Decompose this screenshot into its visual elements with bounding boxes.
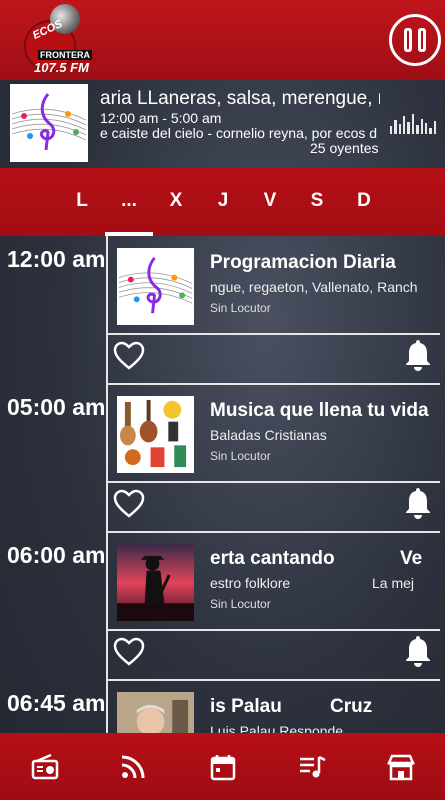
program-item[interactable]: 12:00 am Programacion Diaria ngue, regae…	[0, 236, 445, 386]
program-item[interactable]: 06:45 am is Palau Cruz Luis Palau Respond…	[0, 680, 445, 733]
tab-wednesday[interactable]: X	[156, 190, 196, 212]
rss-icon[interactable]	[119, 753, 147, 781]
program-host: Sin Locutor	[210, 597, 271, 611]
program-title: Programacion Diaria	[210, 252, 396, 273]
station-logo: ECOS FRONTERA 107.5 FM	[22, 0, 100, 76]
store-icon[interactable]	[387, 753, 415, 781]
top-bar: ECOS FRONTERA 107.5 FM	[0, 0, 445, 80]
program-subtitle: estro folklore La mej	[210, 575, 415, 591]
program-thumbnail	[117, 692, 194, 733]
tab-tuesday[interactable]: ...	[109, 190, 149, 212]
program-title: erta cantando Ve	[210, 548, 423, 569]
program-thumbnail	[117, 544, 194, 621]
program-item[interactable]: 05:00 am Musica que llena tu vida Balada…	[0, 384, 445, 534]
program-time: 06:45 am	[7, 690, 106, 716]
bell-icon[interactable]	[404, 634, 432, 668]
heart-icon[interactable]	[113, 637, 145, 667]
now-playing-panel[interactable]: aria LLaneras, salsa, merengue, re 12:00…	[0, 80, 445, 168]
program-host: Sin Locutor	[210, 301, 271, 315]
tab-saturday[interactable]: S	[297, 190, 337, 212]
program-host: Sin Locutor	[210, 449, 271, 463]
playlist-icon[interactable]	[298, 753, 326, 781]
bottom-navigation	[0, 733, 445, 800]
pause-icon	[404, 28, 412, 52]
program-thumbnail	[117, 248, 194, 325]
program-subtitle: Luis Palau Responde	[210, 723, 344, 733]
tab-sunday[interactable]: D	[344, 190, 384, 212]
bell-icon[interactable]	[404, 338, 432, 372]
tab-monday[interactable]: L	[62, 190, 102, 212]
radio-icon[interactable]	[31, 753, 59, 781]
tab-friday[interactable]: V	[250, 190, 290, 212]
program-title: Musica que llena tu vida	[210, 400, 429, 421]
program-time: 05:00 am	[7, 394, 106, 420]
program-time: 06:00 am	[7, 542, 106, 568]
bell-icon[interactable]	[404, 486, 432, 520]
now-playing-song: e caiste del cielo - cornelio reyna, por…	[100, 125, 378, 141]
program-item[interactable]: 06:00 am erta cantando Ve estro folklore L…	[0, 532, 445, 682]
day-tabs: L ... X J V S D	[0, 168, 445, 236]
program-thumbnail	[117, 396, 194, 473]
pause-button[interactable]	[389, 14, 441, 66]
program-subtitle: Baladas Cristianas	[210, 427, 327, 443]
heart-icon[interactable]	[113, 341, 145, 371]
listeners-count: 25 oyentes	[310, 140, 379, 156]
equalizer-icon	[390, 112, 436, 134]
program-thumbnail	[10, 84, 88, 162]
tab-thursday[interactable]: J	[203, 190, 243, 212]
now-playing-time: 12:00 am - 5:00 am	[100, 110, 222, 126]
program-subtitle: ngue, regaeton, Vallenato, Ranch	[210, 279, 418, 295]
heart-icon[interactable]	[113, 489, 145, 519]
now-playing-title: aria LLaneras, salsa, merengue, re	[100, 88, 380, 109]
calendar-icon[interactable]	[209, 753, 237, 781]
program-time: 12:00 am	[7, 246, 106, 272]
program-title: is Palau Cruz	[210, 696, 373, 717]
